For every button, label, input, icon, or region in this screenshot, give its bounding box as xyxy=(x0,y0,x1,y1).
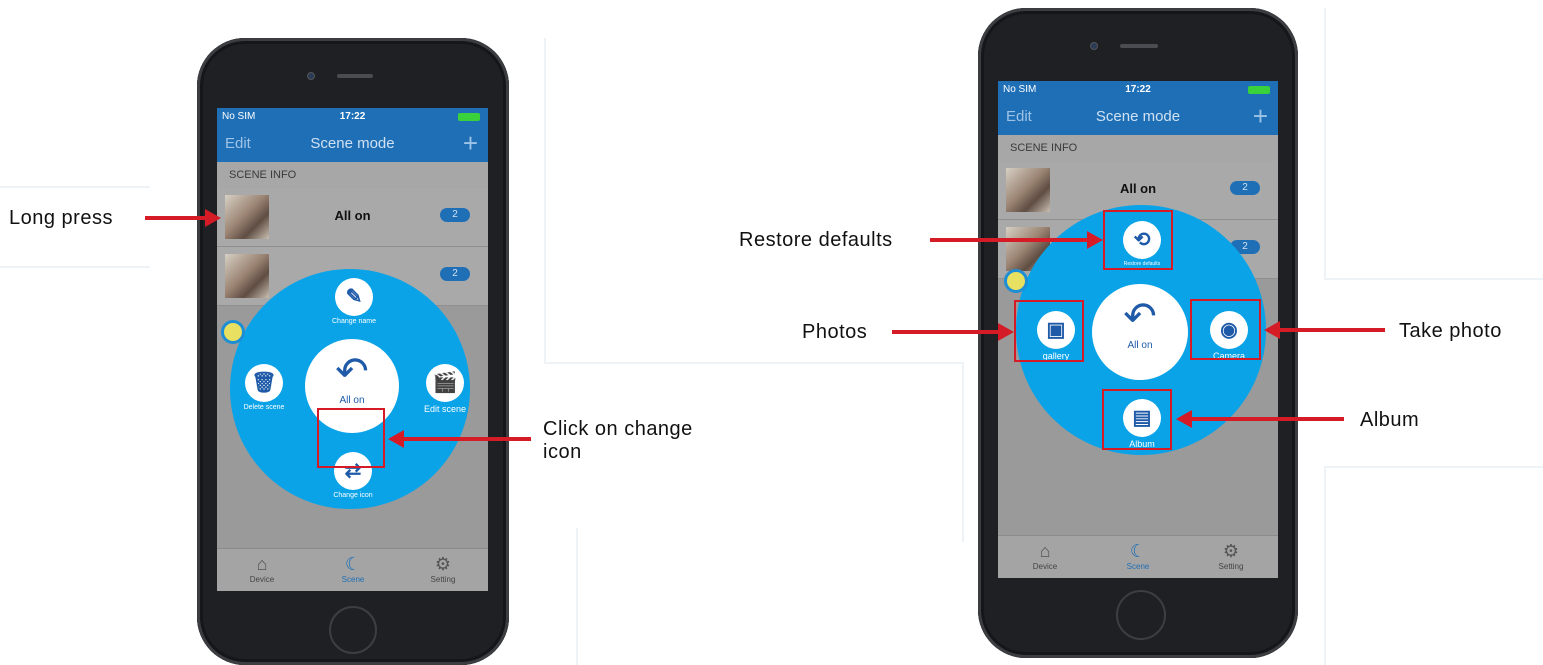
add-scene-button[interactable]: + xyxy=(463,128,478,159)
highlight-camera xyxy=(1190,299,1261,360)
clapper-icon: 🎬 xyxy=(426,364,464,402)
speaker xyxy=(1120,44,1158,48)
tab-label: Setting xyxy=(430,575,456,584)
arrow-restore-defaults xyxy=(930,238,1090,242)
nav-bar: Edit Scene mode + xyxy=(998,99,1278,135)
annotation-album: Album xyxy=(1360,409,1420,431)
tab-device[interactable]: ⌂ Device xyxy=(1015,540,1075,571)
delete-scene-button[interactable]: 🗑 Delete scene xyxy=(232,364,296,411)
back-arrow-icon: ↶ xyxy=(1123,295,1157,339)
highlight-gallery xyxy=(1014,300,1084,362)
edit-note-icon: ✎ xyxy=(335,278,373,316)
tab-label: Setting xyxy=(1218,562,1244,571)
left-screen: No SIM 17:22 Edit Scene mode + SCENE INF… xyxy=(217,108,488,591)
gear-icon: ⚙ xyxy=(434,554,452,574)
annotation-take-photo: Take photo xyxy=(1399,320,1502,342)
arrow-take-photo-head xyxy=(1264,321,1280,339)
arrow-long-press xyxy=(145,216,207,220)
guide-line xyxy=(1324,466,1326,665)
change-name-label: Change name xyxy=(332,318,376,325)
tab-label: Device xyxy=(1032,562,1058,571)
center-scene-button[interactable]: ↶ All on xyxy=(1092,284,1188,380)
delete-scene-label: Delete scene xyxy=(243,404,285,411)
section-header: SCENE INFO xyxy=(998,135,1278,161)
center-label: All on xyxy=(1127,340,1153,351)
home-icon: ⌂ xyxy=(1039,541,1051,561)
annotation-long-press: Long press xyxy=(9,207,113,229)
scene-thumbnail xyxy=(225,254,269,298)
scene-icon: ☾ xyxy=(344,554,362,574)
page-title: Scene mode xyxy=(1095,108,1181,125)
arrow-album-head xyxy=(1176,410,1192,428)
nav-bar: Edit Scene mode + xyxy=(217,126,488,162)
arrow-photos-head xyxy=(998,323,1014,341)
change-icon-label: Change icon xyxy=(333,492,373,499)
device-count-badge: 2 xyxy=(1230,181,1260,195)
home-icon: ⌂ xyxy=(256,554,268,574)
clock: 17:22 xyxy=(339,111,366,122)
guide-line xyxy=(962,362,964,542)
guide-line xyxy=(1324,466,1543,468)
status-bar: No SIM 17:22 xyxy=(217,108,488,126)
highlight-restore-defaults xyxy=(1103,210,1173,270)
scene-row[interactable]: All on 2 xyxy=(217,188,488,247)
front-camera xyxy=(307,72,315,80)
guide-line xyxy=(0,266,150,268)
highlight-album xyxy=(1102,389,1172,450)
arrow-restore-defaults-head xyxy=(1087,231,1103,249)
device-count-badge: 2 xyxy=(440,267,470,281)
speaker xyxy=(337,74,373,78)
arrow-long-press-head xyxy=(205,209,221,227)
tab-setting[interactable]: ⚙ Setting xyxy=(413,553,473,584)
center-label: All on xyxy=(339,395,365,406)
guide-line xyxy=(544,38,546,363)
tab-scene[interactable]: ☾ Scene xyxy=(323,553,383,584)
front-camera xyxy=(1090,42,1098,50)
annotation-restore-defaults: Restore defaults xyxy=(739,229,893,251)
back-arrow-icon: ↶ xyxy=(335,350,369,394)
guide-line xyxy=(544,362,964,364)
tab-bar: ⌂ Device ☾ Scene ⚙ Setting xyxy=(998,535,1278,578)
left-phone-frame: No SIM 17:22 Edit Scene mode + SCENE INF… xyxy=(197,38,509,665)
tab-scene[interactable]: ☾ Scene xyxy=(1108,540,1168,571)
tab-label: Scene xyxy=(1126,562,1150,571)
guide-line xyxy=(0,186,150,188)
battery-icon xyxy=(458,113,480,121)
change-name-button[interactable]: ✎ Change name xyxy=(322,278,386,325)
gear-icon: ⚙ xyxy=(1222,541,1240,561)
status-bar: No SIM 17:22 xyxy=(998,81,1278,99)
tab-label: Device xyxy=(249,575,275,584)
guide-line xyxy=(1324,8,1326,278)
section-header: SCENE INFO xyxy=(217,162,488,188)
tab-setting[interactable]: ⚙ Setting xyxy=(1201,540,1261,571)
tab-bar: ⌂ Device ☾ Scene ⚙ Setting xyxy=(217,548,488,591)
home-button[interactable] xyxy=(1116,590,1166,640)
edit-scene-label: Edit scene xyxy=(423,404,467,414)
highlight-change-icon xyxy=(317,408,385,468)
guide-line xyxy=(576,528,578,665)
home-button[interactable] xyxy=(329,606,377,654)
arrow-change-icon xyxy=(403,437,531,441)
device-count-badge: 2 xyxy=(440,208,470,222)
trash-icon: 🗑 xyxy=(245,364,283,402)
scene-bulb-icon xyxy=(1004,269,1028,293)
arrow-photos xyxy=(892,330,1000,334)
battery-icon xyxy=(1248,86,1270,94)
scene-icon: ☾ xyxy=(1129,541,1147,561)
tab-label: Scene xyxy=(341,575,365,584)
guide-line xyxy=(1324,278,1543,280)
add-scene-button[interactable]: + xyxy=(1253,101,1268,132)
annotation-click-change-icon: Click on change icon xyxy=(543,418,693,463)
tab-device[interactable]: ⌂ Device xyxy=(232,553,292,584)
scene-bulb-icon xyxy=(221,320,245,344)
clock: 17:22 xyxy=(1125,84,1151,95)
arrow-change-icon-head xyxy=(388,430,404,448)
annotation-photos: Photos xyxy=(802,321,868,343)
edit-scene-button[interactable]: 🎬 Edit scene xyxy=(413,364,477,414)
page-title: Scene mode xyxy=(310,135,395,152)
arrow-album xyxy=(1191,417,1344,421)
arrow-take-photo xyxy=(1279,328,1385,332)
